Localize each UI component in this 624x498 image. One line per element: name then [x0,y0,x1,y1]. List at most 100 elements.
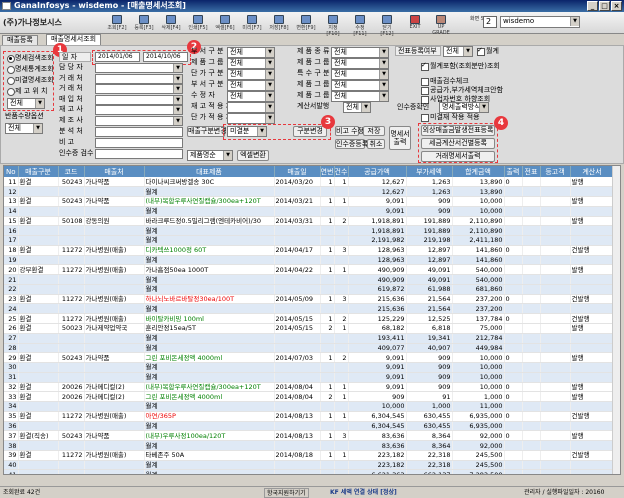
mid-filter-select-3[interactable]: 전체 ▼ [227,80,275,91]
right-filter-select-3[interactable]: 전체 ▼ [331,80,389,91]
toolbar-button-2[interactable]: 삭제[F4] [160,14,182,32]
table-row[interactable]: 18 환결 11272 가나병원(매출) 디카텍쓰1000정 60T 2014/04/17… [4,245,615,256]
table-row[interactable]: 22 월계 619,872 61,988 681,860 [4,284,615,295]
mid-filter-select-5[interactable]: ▼ [227,102,275,113]
grid-header-6[interactable]: 연번 [320,166,335,177]
table-row[interactable]: 35 환결 11272 가나병원(매출) 아연/365P 2014/08/13 1 1 6,30… [4,411,615,422]
right-filter-select-0[interactable]: 전체 ▼ [331,47,389,58]
left-filter-input-3[interactable]: ▼ [95,95,183,105]
table-row[interactable]: 39 환결 11272 가나병원(매출) 타베존주 50A 2014/08/18 1 1 223… [4,450,615,461]
table-row[interactable]: 41 월계 6,621,363 662,137 7,283,500 [4,469,615,474]
supply-vat-check[interactable]: 공급가,부가세역체크안함 [421,86,503,95]
table-row[interactable]: 28 월계 409,077 40,907 449,984 [4,343,615,354]
grid-header-1[interactable]: 매출구분 [18,166,59,177]
table-row[interactable]: 14 월계 9,091 909 10,000 [4,206,615,217]
right-filter-select-4[interactable]: 전체 ▼ [331,91,389,102]
left-filter-input-2[interactable]: ▼ [95,84,183,94]
mid-filter-select-4[interactable]: 전체 ▼ [227,91,275,102]
sales-inspect-check[interactable]: 매출검수체크 [421,77,469,86]
table-row[interactable]: 16 월계 1,918,891 191,889 2,110,890 [4,225,615,237]
left-filter-input-7[interactable] [95,138,183,148]
grid-header-3[interactable]: 매출처 [84,166,145,177]
exit-button[interactable]: EXIT [404,14,426,32]
edit-note-button[interactable]: 비고 수정 [335,126,364,136]
toolbar-button-0[interactable]: 조회[F2] [106,14,128,32]
grid-scrollbar[interactable] [612,166,620,474]
grid-header-7[interactable]: 건수 [334,166,349,177]
grid-header-10[interactable]: 합계금액 [452,166,505,177]
print-method-select[interactable]: 명세출력방식 ▼ [439,102,489,113]
toolbar-button-9[interactable]: 수정[F11] [349,14,371,37]
user-select[interactable]: wisdemo ▼ [500,16,580,28]
table-row[interactable]: 27 월계 193,411 19,341 212,784 [4,333,615,344]
table-row[interactable]: 34 월계 10,000 1,000 11,000 [4,401,615,412]
left-filter-input-1[interactable]: ▼ [95,74,183,84]
grid-header-14[interactable]: 계산서 [570,166,615,177]
toolbar-button-4[interactable]: 엑셀[F6] [214,14,236,32]
table-row[interactable]: 20 강부환결 11272 가나병원(매출) 가나흡점50ea 1000T 2014/04… [4,264,615,276]
table-row[interactable]: 23 환결 11272 가나병원(매출) 하나뇌노바르바탈정30ea/100T 2014/… [4,294,615,305]
monthly-include-check[interactable]: 월계포함(조회분만)조회 [421,61,500,71]
pending-apply-check[interactable]: 미결재 작용 적용 [421,113,480,122]
table-row[interactable]: 26 환결 50023 가나제약업약국 훈리안정15ea/5T 2014/05/15 2 1 6… [4,323,615,334]
screen-size-select[interactable]: 2 [483,16,497,28]
tab-sales-entry[interactable]: 매출등록 [2,35,38,45]
status-remote-button[interactable]: 항국지원하기기 [264,488,309,498]
table-row[interactable]: 32 환결 20026 가나메디컬(2) (내부)복합우루사연질캡슐/300ea+120… [4,382,615,393]
receipt-register-button[interactable]: 인수증등록 [335,139,368,149]
monthly-check[interactable]: 월계 [477,46,499,56]
left-filter-input-6[interactable] [95,127,183,137]
toolbar-button-10[interactable]: 닫기[F12] [376,14,398,37]
left-filter-input-4[interactable]: ▼ [95,105,183,115]
table-row[interactable]: 40 월계 223,182 22,318 245,500 [4,460,615,471]
toolbar-button-6[interactable]: 저장[F8] [268,14,290,32]
close-icon[interactable]: × [611,1,622,11]
table-row[interactable]: 17 월계 2,191,982 219,198 2,411,180 [4,235,615,246]
grid-header-0[interactable]: No [4,166,19,177]
toolbar-button-1[interactable]: 등록[F3] [133,14,155,32]
table-row[interactable]: 25 환결 11272 가나병원(매출) 바이탈카비밍 100ml 2014/05/15 1… [4,313,615,324]
table-row[interactable]: 33 환결 20026 가나메디컬(2) 그린 포비돈세정액 4000ml 2014/08… [4,391,615,403]
table-row[interactable]: 37 환결(직송) 50243 가나약품 (내부)우루사정100ea/120T 2014/… [4,430,615,442]
table-row[interactable]: 19 월계 128,963 12,897 141,860 [4,255,615,266]
spec-print-button[interactable]: 명세서 출력 [389,126,411,150]
tab-sales-statement[interactable]: 매출명세서조회 [46,34,102,45]
table-row[interactable]: 12 월계 12,627 1,263 13,890 [4,186,615,198]
grid-header-9[interactable]: 부가세액 [406,166,453,177]
grid-header-8[interactable]: 공급가액 [348,166,407,177]
maximize-icon[interactable]: □ [599,1,610,11]
cancel-button[interactable]: 취소 [367,139,385,149]
table-row[interactable]: 13 환결 50243 가나약품 (내부)복합우루사연질캡슐/300ea+120T 201… [4,196,615,207]
sort-select[interactable]: 제품명순 ▼ [187,150,233,161]
upgrade-button[interactable]: UP GRADE [430,14,452,36]
toolbar-button-7[interactable]: 변환[F9] [295,14,317,32]
table-row[interactable]: 31 월계 9,091 909 10,000 [4,372,615,383]
right-filter-select-2[interactable]: 전체 ▼ [331,69,389,80]
grid-header-2[interactable]: 코드 [58,166,85,177]
grid-header-13[interactable]: 등고객 [540,166,571,177]
minimize-icon[interactable]: _ [587,1,598,11]
toolbar-button-8[interactable]: 지정[F10] [322,14,344,37]
table-row[interactable]: 21 월계 490,909 49,091 540,000 [4,274,615,285]
left-filter-input-0[interactable]: ▼ [95,63,183,73]
change-sales-type-button[interactable]: 매출구분변경 [187,126,227,137]
sales-qty-option-select[interactable]: 전체 ▼ [5,123,43,134]
table-row[interactable]: 15 환결 50108 강동의원 바라크루드정0.5밀리그램(엔테카비어)/30 2014… [4,216,615,227]
grid-header-4[interactable]: 대표제품 [144,166,275,177]
toolbar-button-3[interactable]: 인쇄[F5] [187,14,209,32]
table-row[interactable]: 29 환결 50243 가나약품 그린 포비돈세정액 4000ml 2014/07/03 1… [4,352,615,364]
table-row[interactable]: 11 환결 50243 가나약품 다이나씨크써방겔송 30C 2014/03/20 1 1 12… [4,177,615,188]
grid-header-12[interactable]: 전표 [522,166,541,177]
table-row[interactable]: 30 월계 9,091 909 10,000 [4,362,615,373]
sales-statement-grid[interactable]: No 매출구분 코드 매출처 대표제품 매출일 연번 건수 공급가액 부가세액 합계금액 출력 전표 등고… [3,165,621,475]
table-row[interactable]: 24 월계 215,636 21,564 237,200 [4,303,615,315]
save-button[interactable]: 저장 [363,126,385,136]
mid-filter-select-1[interactable]: 전체 ▼ [227,58,275,69]
table-row[interactable]: 38 월계 83,636 8,364 92,000 [4,440,615,451]
voucher-registered-select[interactable]: 전체 ▼ [443,46,473,57]
mid-filter-select-6[interactable]: ▼ [227,113,275,124]
right-filter-select-1[interactable]: 전체 ▼ [331,58,389,69]
mid-filter-select-2[interactable]: 전체 ▼ [227,69,275,80]
table-row[interactable]: 36 월계 6,304,545 630,455 6,935,000 [4,421,615,432]
grid-header-11[interactable]: 출력 [504,166,523,177]
